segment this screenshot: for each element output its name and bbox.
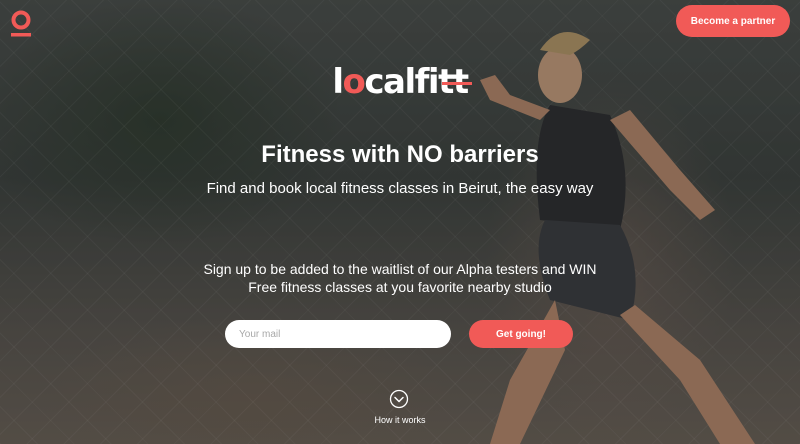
- waitlist-text: Sign up to be added to the waitlist of o…: [0, 260, 800, 296]
- chevron-down-circle-icon[interactable]: [389, 389, 409, 409]
- hero-headline: Fitness with NO barriers: [261, 141, 539, 168]
- brand-dash: [441, 82, 472, 85]
- brand-wordmark: localfitt: [332, 62, 472, 102]
- how-it-works-link[interactable]: How it works: [0, 415, 800, 425]
- brand-text-accent: o: [342, 62, 366, 102]
- waitlist-line-1: Sign up to be added to the waitlist of o…: [203, 261, 597, 277]
- waitlist-line-2: Free fitness classes at you favorite nea…: [248, 279, 552, 295]
- brand-text-start: l: [332, 62, 344, 102]
- get-going-button[interactable]: Get going!: [469, 320, 573, 348]
- email-field[interactable]: [225, 320, 451, 348]
- localfitt-pin-icon[interactable]: [10, 10, 32, 38]
- become-partner-button[interactable]: Become a partner: [676, 5, 790, 37]
- brand-logo: localfitt: [0, 62, 800, 102]
- hero-subheadline: Find and book local fitness classes in B…: [206, 180, 594, 197]
